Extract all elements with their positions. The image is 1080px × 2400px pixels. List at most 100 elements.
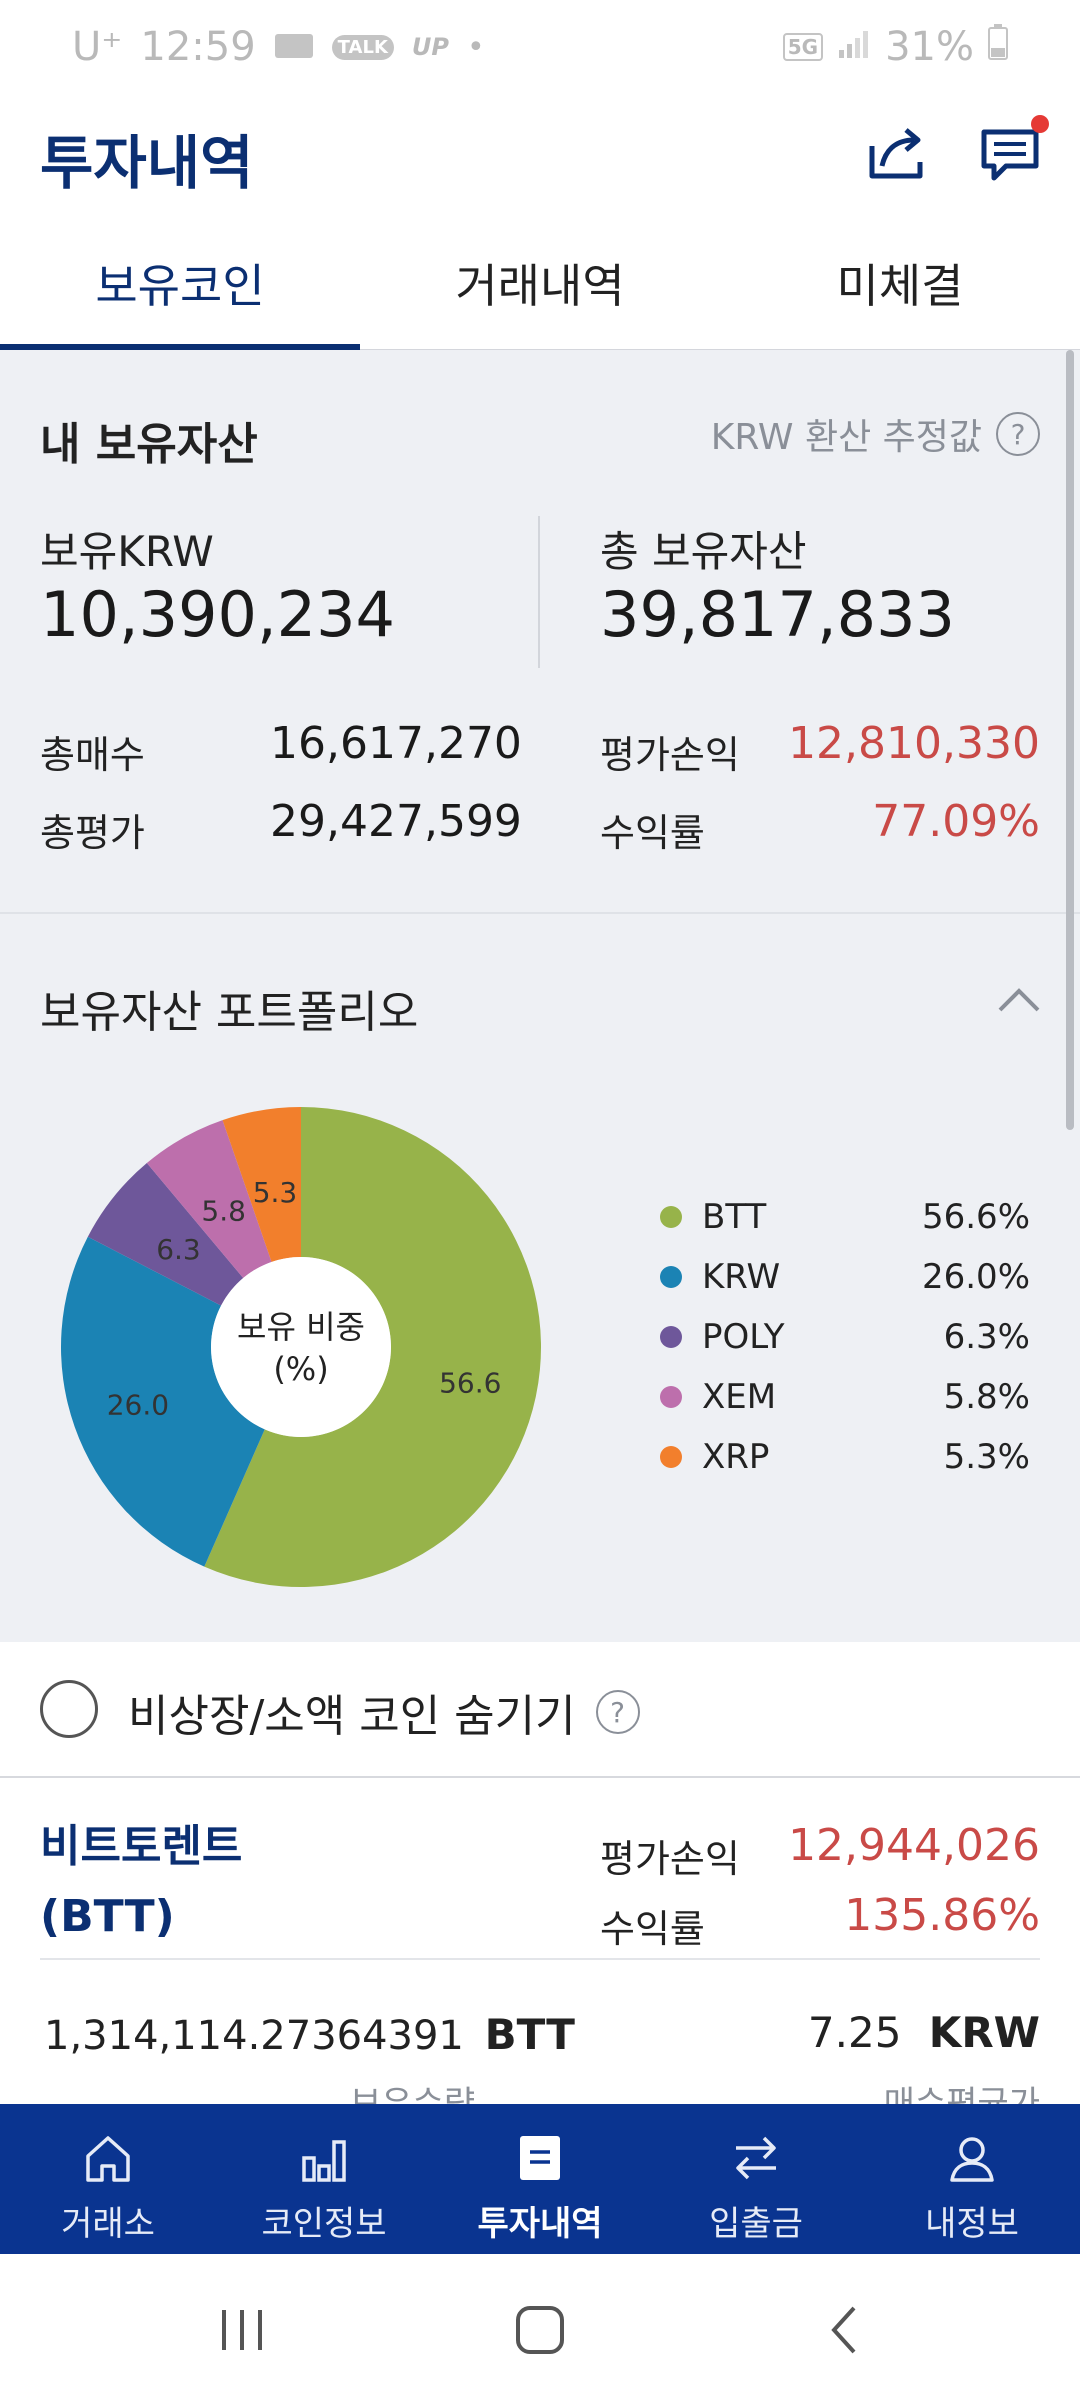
pnl-label: 평가손익 xyxy=(600,733,740,777)
legend-value: 26.0% xyxy=(921,1257,1030,1297)
share-icon xyxy=(869,128,923,179)
tab-open-orders[interactable]: 미체결 xyxy=(720,226,1080,346)
legend-label: XEM xyxy=(702,1377,777,1417)
nav-exchange-label: 거래소 xyxy=(61,2204,155,2244)
nav-my-info[interactable]: 내정보 xyxy=(864,2104,1080,2254)
document-icon xyxy=(520,2136,560,2180)
coin-quantity-value: 1,314,114.27364391 xyxy=(44,2013,464,2059)
user-icon xyxy=(950,2137,994,2182)
summary-divider xyxy=(538,516,540,668)
tab-transactions[interactable]: 거래내역 xyxy=(360,226,720,346)
donut-data-label: 5.8 xyxy=(201,1194,246,1227)
app-header: 투자내역 xyxy=(0,96,1080,226)
clock: 12:59 xyxy=(140,24,256,70)
pnl-value: 12,810,330 xyxy=(788,718,1040,769)
section-divider xyxy=(0,912,1080,914)
nav-coin-info[interactable]: 코인정보 xyxy=(216,2104,432,2254)
donut-hole xyxy=(211,1257,391,1437)
coin-rate-label: 수익률 xyxy=(600,1907,705,1951)
legend-dot xyxy=(660,1266,682,1288)
help-icon[interactable]: ? xyxy=(996,412,1040,456)
krw-holding-value: 10,390,234 xyxy=(40,578,395,651)
krw-estimate-label: KRW 환산 추정값 xyxy=(710,417,982,458)
coin-divider xyxy=(40,1958,1040,1960)
more-notifications-dot: • xyxy=(466,29,485,65)
coin-pnl-value: 12,944,026 xyxy=(788,1820,1040,1871)
system-navigation-bar xyxy=(0,2254,1080,2400)
legend-item: BTT 56.6% xyxy=(660,1192,1030,1242)
page-title: 투자내역 xyxy=(40,129,254,197)
total-buy-value: 16,617,270 xyxy=(270,718,522,769)
nav-investments[interactable]: 투자내역 xyxy=(432,2104,648,2254)
tab-holdings[interactable]: 보유코인 xyxy=(0,226,360,346)
nav-exchange[interactable]: 거래소 xyxy=(0,2104,216,2254)
scrollbar[interactable] xyxy=(1066,350,1074,1130)
battery-icon xyxy=(988,24,1008,70)
hide-small-coins-radio[interactable] xyxy=(40,1680,98,1738)
network-5g-icon: 5G xyxy=(782,33,824,61)
nav-deposit-withdraw[interactable]: 입출금 xyxy=(648,2104,864,2254)
legend-label: KRW xyxy=(702,1257,781,1297)
filter-divider xyxy=(0,1776,1080,1778)
total-eval-label: 총평가 xyxy=(40,811,145,855)
portfolio-title: 보유자산 포트폴리오 xyxy=(40,987,419,1038)
rate-label: 수익률 xyxy=(600,811,705,855)
donut-data-label: 6.3 xyxy=(156,1233,201,1266)
coin-quantity: 1,314,114.27364391 BTT xyxy=(44,2010,575,2059)
help-icon[interactable]: ? xyxy=(595,1690,640,1734)
total-assets-value: 39,817,833 xyxy=(600,578,955,651)
legend-label: POLY xyxy=(702,1317,785,1357)
status-bar: U⁺ 12:59 TALK UP • 5G 31% xyxy=(0,0,1080,96)
rate-value: 77.09% xyxy=(872,796,1040,847)
legend-item: XRP 5.3% xyxy=(660,1432,1030,1482)
home-system-button[interactable] xyxy=(510,2300,570,2360)
legend-value: 56.6% xyxy=(921,1197,1030,1237)
hide-small-coins-row: 비상장/소액 코인 숨기기 ? xyxy=(128,1680,640,1744)
legend-label: BTT xyxy=(702,1197,767,1237)
battery-percent: 31% xyxy=(885,24,974,70)
tab-bar: 보유코인 거래내역 미체결 xyxy=(0,226,1080,351)
legend-value: 5.8% xyxy=(943,1377,1030,1417)
legend-dot xyxy=(660,1446,682,1468)
coin-avg-price-unit: KRW xyxy=(928,2008,1040,2057)
signal-icon xyxy=(837,24,871,70)
donut-center-label-2: (%) xyxy=(273,1350,328,1388)
nav-deposit-withdraw-label: 입출금 xyxy=(709,2204,803,2244)
assets-title: 내 보유자산 xyxy=(40,419,258,470)
back-icon xyxy=(831,2306,856,2354)
coin-name-korean: 비트토렌트 xyxy=(40,1821,243,1872)
image-notification-icon xyxy=(274,24,314,70)
hide-small-coins-label[interactable]: 비상장/소액 코인 숨기기 xyxy=(128,1680,576,1744)
share-button[interactable] xyxy=(856,112,936,192)
chat-icon xyxy=(981,115,1049,181)
back-button[interactable] xyxy=(816,2300,876,2360)
legend-dot xyxy=(660,1206,682,1228)
legend-item: KRW 26.0% xyxy=(660,1252,1030,1302)
donut-data-label: 5.3 xyxy=(253,1176,298,1209)
legend-value: 5.3% xyxy=(943,1437,1030,1477)
legend-value: 6.3% xyxy=(943,1317,1030,1357)
bottom-navigation: 거래소 코인정보 투자내역 입출금 내정보 xyxy=(0,2104,1080,2254)
recent-apps-button[interactable] xyxy=(212,2300,272,2360)
total-buy-label: 총매수 xyxy=(40,733,145,777)
collapse-button[interactable] xyxy=(994,976,1044,1026)
donut-data-label: 56.6 xyxy=(439,1367,501,1400)
coin-name[interactable]: 비트토렌트 (BTT) xyxy=(40,1812,242,1952)
nav-investments-label: 투자내역 xyxy=(477,2204,603,2244)
coin-symbol: (BTT) xyxy=(40,1891,175,1942)
bar-chart-icon xyxy=(302,2140,346,2182)
home-icon xyxy=(86,2136,130,2182)
holdings-list: 비상장/소액 코인 숨기기 ? 비트토렌트 (BTT) 평가손익 12,944,… xyxy=(0,1642,1080,2124)
total-assets-label: 총 보유자산 xyxy=(600,527,807,576)
coin-avg-price-value: 7.25 xyxy=(807,2008,902,2057)
legend-item: POLY 6.3% xyxy=(660,1312,1030,1362)
legend-dot xyxy=(660,1386,682,1408)
chat-button[interactable] xyxy=(972,112,1052,192)
legend-label: XRP xyxy=(702,1437,770,1477)
nav-coin-info-label: 코인정보 xyxy=(261,2204,387,2244)
total-eval-value: 29,427,599 xyxy=(270,796,522,847)
legend-item: XEM 5.8% xyxy=(660,1372,1030,1422)
coin-pnl-label: 평가손익 xyxy=(600,1837,740,1881)
recent-apps-icon xyxy=(222,2310,262,2350)
talk-notification-icon: TALK xyxy=(331,34,394,60)
